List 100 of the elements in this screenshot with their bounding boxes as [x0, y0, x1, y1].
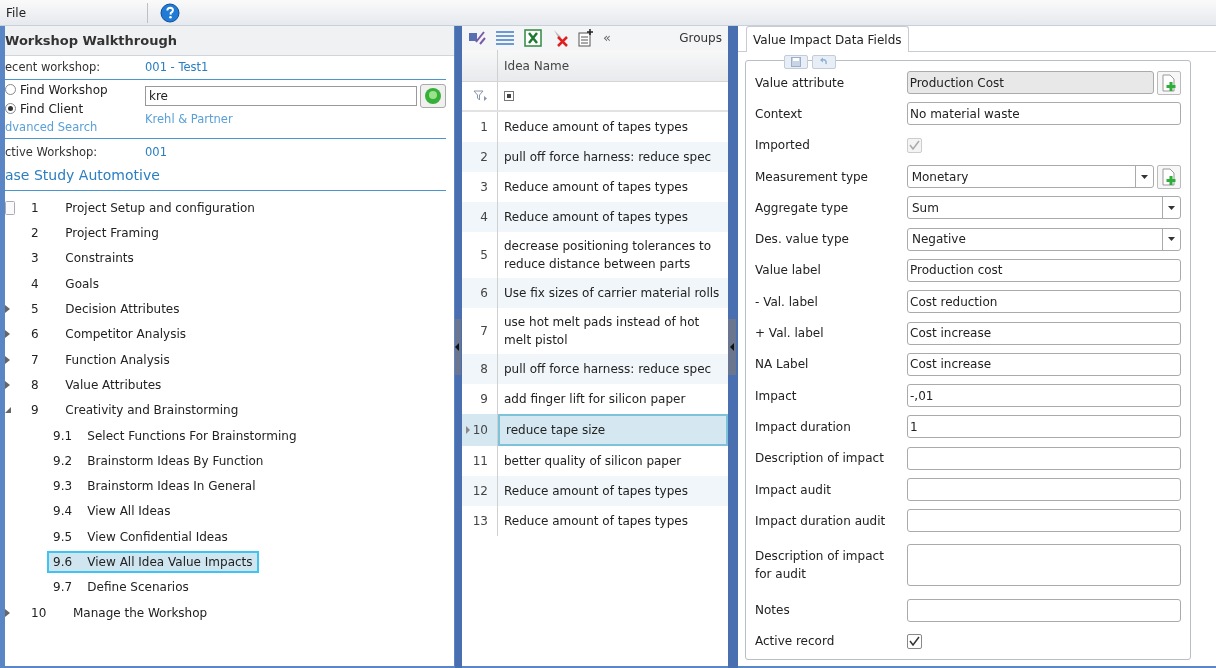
tree-item[interactable]: 9.5 View Confidential Ideas — [47, 525, 234, 548]
tree-item[interactable]: 9 Creativity and Brainstorming — [25, 399, 245, 422]
collapse-icon — [730, 343, 734, 351]
input-field[interactable] — [907, 598, 1181, 622]
idea-name-cell[interactable]: Reduce amount of tapes types — [498, 202, 728, 232]
tree-item[interactable]: 2 Project Framing — [25, 222, 165, 245]
add-document-icon — [1161, 167, 1177, 186]
field-label: Impact — [755, 387, 798, 405]
idea-name-cell[interactable]: pull off force harness: reduce spec — [498, 354, 728, 384]
input-field[interactable]: Production cost — [907, 258, 1181, 282]
idea-name-cell[interactable]: decrease positioning tolerances to reduce distance between parts — [498, 232, 728, 278]
document-icon[interactable] — [578, 29, 594, 47]
tree-item[interactable]: 8 Value Attributes — [25, 373, 168, 396]
idea-name-cell[interactable]: Reduce amount of tapes types — [498, 506, 728, 536]
active-workshop-value: 001 — [145, 143, 167, 161]
collapse-icon — [455, 343, 459, 351]
input-field[interactable] — [907, 509, 1181, 533]
add-button[interactable] — [1157, 70, 1181, 95]
tree-item[interactable]: 10 Manage the Workshop — [25, 601, 214, 624]
idea-name-cell[interactable]: pull off force harness: reduce spec — [498, 142, 728, 172]
field-label: Imported — [755, 137, 811, 155]
radio-label: Find Workshop — [20, 81, 108, 99]
input-field[interactable]: Cost increase — [907, 321, 1181, 345]
tree-item[interactable]: 9.1 Select Functions For Brainstorming — [47, 424, 303, 447]
input-field[interactable] — [907, 478, 1181, 501]
splitter-handle[interactable] — [455, 319, 461, 375]
tree-item[interactable]: 5 Decision Attributes — [25, 298, 186, 321]
search-field[interactable]: kre — [145, 86, 417, 106]
tree-item[interactable]: 1 Project Setup and configuration — [25, 196, 261, 219]
collapse-button[interactable]: « — [603, 28, 611, 48]
details-tab[interactable]: Value Impact Data Fields — [746, 26, 909, 52]
dropdown-arrow-icon — [1141, 174, 1149, 179]
undo-icon — [819, 57, 829, 67]
expand-arrow-icon[interactable] — [5, 380, 10, 389]
save-icon — [791, 57, 801, 67]
save-button[interactable] — [784, 55, 808, 69]
idea-name-cell[interactable]: Reduce amount of tapes types — [498, 476, 728, 506]
expand-arrow-icon[interactable] — [5, 330, 10, 339]
tree-item[interactable]: 3 Constraints — [25, 247, 140, 270]
delete-icon[interactable] — [551, 29, 569, 47]
dropdown[interactable]: Negative — [907, 227, 1181, 251]
tree-item[interactable]: 9.4 View All Ideas — [47, 500, 177, 523]
input-field[interactable]: No material waste — [907, 102, 1181, 126]
radio-label: Find Client — [20, 100, 84, 118]
search-icon — [424, 87, 442, 105]
excel-icon[interactable] — [524, 29, 542, 47]
checkbox[interactable] — [907, 633, 922, 649]
field-label: Description of impact for audit — [755, 548, 885, 584]
input-field[interactable]: Cost increase — [907, 352, 1181, 376]
idea-name-cell[interactable]: use hot melt pads instead of hot melt pistol — [498, 308, 728, 354]
filter-checkbox-icon[interactable] — [504, 91, 514, 101]
idea-name-cell[interactable]: Use fix sizes of carrier material rolls — [498, 278, 728, 308]
field-label: Aggregate type — [755, 199, 850, 217]
field-label: Measurement type — [755, 168, 869, 186]
field-label: Notes — [755, 602, 791, 620]
field-label: Impact duration — [755, 418, 852, 436]
text-area[interactable] — [907, 544, 1181, 587]
tree-item[interactable]: 7 Function Analysis — [25, 348, 176, 371]
expand-arrow-icon[interactable] — [5, 608, 10, 617]
tree-item[interactable]: 9.6 View All Idea Value Impacts — [47, 551, 259, 574]
collapse-arrow-icon[interactable] — [5, 407, 11, 414]
field-label: Description of impact — [755, 450, 885, 468]
input-field[interactable] — [907, 446, 1181, 470]
splitter-handle[interactable] — [728, 319, 736, 375]
dropdown[interactable]: Monetary — [906, 165, 1155, 189]
expand-arrow-icon[interactable] — [5, 355, 10, 364]
tools-icon[interactable] — [468, 30, 486, 46]
current-row-icon — [465, 426, 470, 434]
field-label: Value label — [755, 262, 822, 280]
add-button[interactable] — [1157, 164, 1181, 189]
input-field[interactable]: -,01 — [907, 384, 1181, 408]
list-icon[interactable] — [495, 30, 515, 46]
recent-workshop-link[interactable]: 001 - Test1 — [145, 58, 209, 77]
tree-item[interactable]: 4 Goals — [25, 272, 105, 295]
idea-name-cell[interactable]: better quality of silicon paper — [498, 446, 728, 476]
tree-item[interactable]: 9.2 Brainstorm Ideas By Function — [47, 449, 270, 472]
dropdown[interactable]: Sum — [907, 196, 1181, 220]
idea-name-cell[interactable]: reduce tape size — [498, 414, 728, 446]
tree-item[interactable]: 6 Competitor Analysis — [25, 323, 193, 346]
search-button[interactable] — [420, 84, 446, 108]
workshop-name: ase Study Automotive — [5, 166, 160, 186]
readonly-field: Production Cost — [906, 71, 1155, 95]
dropdown-arrow-icon — [1168, 205, 1175, 210]
field-label: Impact audit — [755, 481, 832, 499]
idea-name-cell[interactable]: add finger lift for silicon paper — [498, 384, 728, 414]
focus-box-icon[interactable] — [5, 200, 15, 215]
idea-name-cell[interactable]: Reduce amount of tapes types — [498, 172, 728, 202]
input-field[interactable]: 1 — [907, 415, 1181, 439]
radio-button[interactable] — [5, 103, 16, 114]
input-field[interactable]: Cost reduction — [907, 290, 1181, 314]
radio-button[interactable] — [5, 84, 16, 95]
idea-name-cell[interactable]: Reduce amount of tapes types — [498, 112, 728, 142]
filter-icon[interactable] — [472, 90, 487, 102]
dropdown-arrow-icon — [1168, 237, 1175, 242]
expand-arrow-icon[interactable] — [5, 305, 10, 314]
help-icon[interactable] — [160, 2, 180, 23]
active-workshop-label: ctive Workshop: — [5, 143, 99, 161]
menu-item[interactable]: File — [0, 3, 33, 22]
tree-item[interactable]: 9.7 Define Scenarios — [47, 576, 195, 599]
tree-item[interactable]: 9.3 Brainstorm Ideas In General — [47, 475, 262, 498]
